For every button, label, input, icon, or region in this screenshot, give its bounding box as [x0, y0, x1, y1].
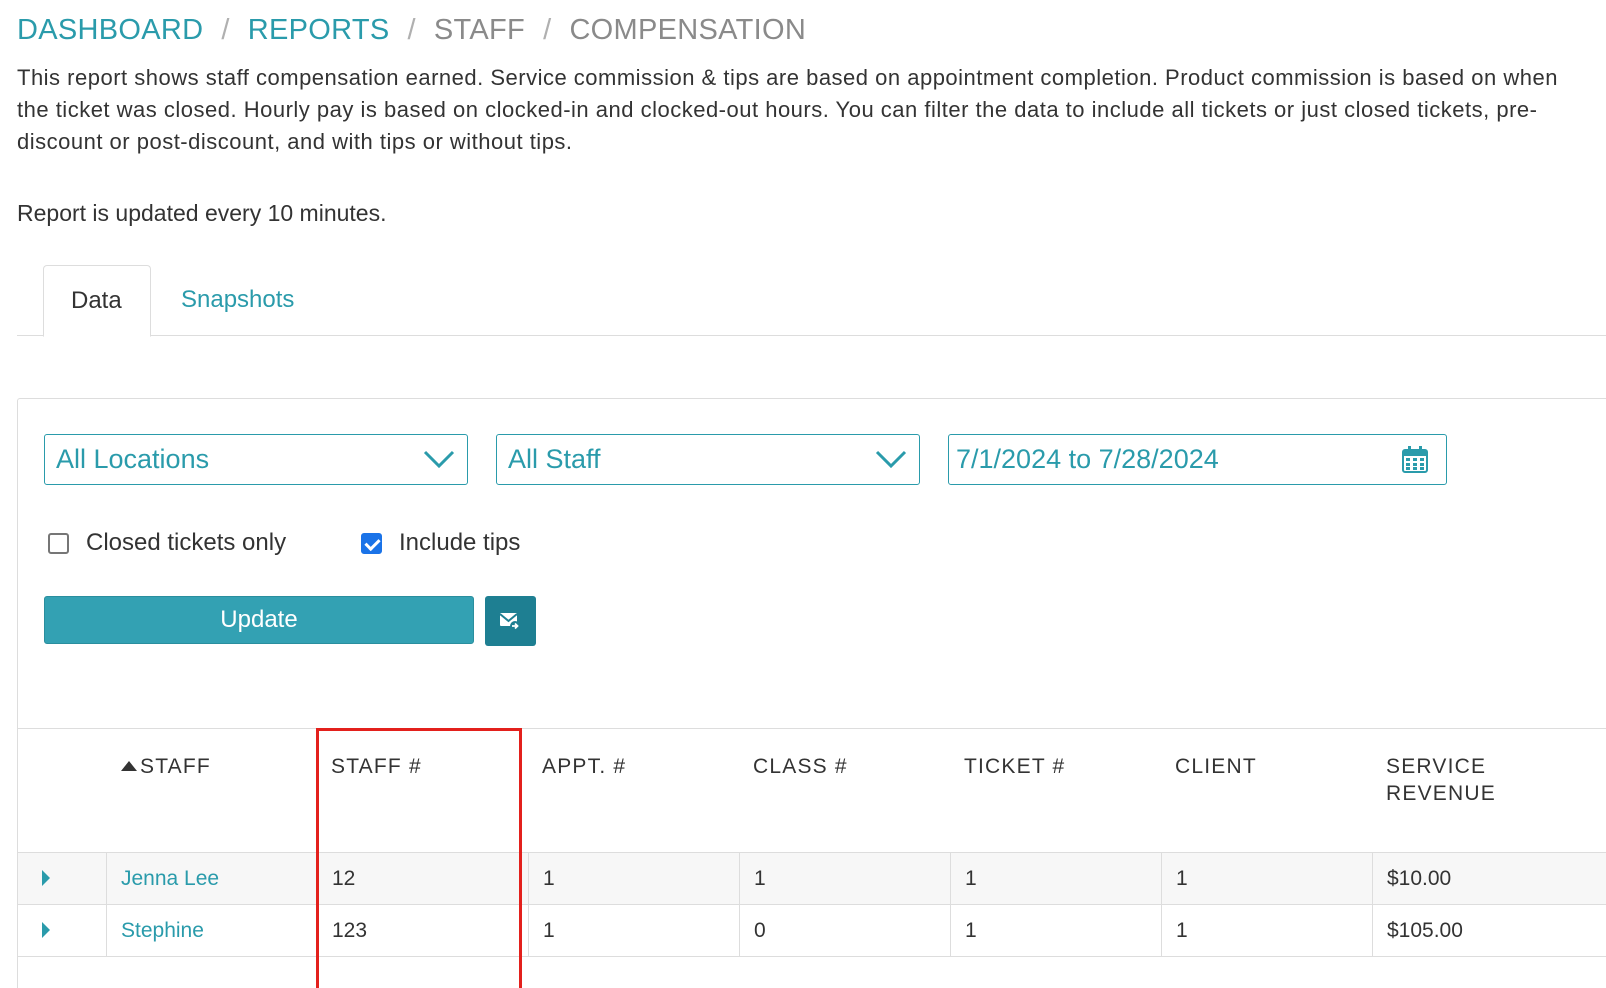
sort-ascending-icon — [121, 761, 137, 771]
chevron-down-icon — [875, 450, 907, 469]
include-tips-toggle[interactable]: Include tips — [361, 529, 520, 557]
closed-tickets-toggle[interactable]: Closed tickets only — [48, 529, 286, 557]
report-panel: All Locations All Staff 7/1/2024 to 7/28… — [17, 398, 1606, 988]
email-export-icon — [499, 613, 520, 631]
column-header-class-number[interactable]: CLASS # — [753, 753, 848, 780]
breadcrumb-separator: / — [221, 14, 230, 46]
column-header-client[interactable]: CLIENT — [1175, 753, 1257, 780]
staff-select-value: All Staff — [508, 444, 601, 474]
column-header-appt-number[interactable]: APPT. # — [542, 753, 626, 780]
date-range-picker[interactable]: 7/1/2024 to 7/28/2024 — [948, 434, 1447, 485]
location-select-value: All Locations — [56, 444, 210, 474]
ticket-number-cell: 1 — [950, 853, 1161, 905]
breadcrumb-dashboard[interactable]: DASHBOARD — [17, 14, 203, 47]
staff-name-link[interactable]: Jenna Lee — [106, 853, 317, 905]
column-header-ticket-number[interactable]: TICKET # — [964, 753, 1065, 780]
closed-tickets-checkbox[interactable] — [48, 532, 69, 554]
email-export-button[interactable] — [485, 596, 536, 646]
breadcrumb-reports[interactable]: REPORTS — [248, 14, 390, 47]
staff-number-cell: 12 — [317, 853, 528, 905]
class-number-cell: 0 — [739, 905, 950, 957]
table-row: Jenna Lee 12 1 1 1 1 $10.00 — [18, 853, 1606, 905]
class-number-cell: 1 — [739, 853, 950, 905]
ticket-number-cell: 1 — [950, 905, 1161, 957]
service-revenue-cell: $10.00 — [1372, 853, 1606, 905]
staff-select[interactable]: All Staff — [496, 434, 920, 485]
appt-number-cell: 1 — [528, 853, 739, 905]
staff-number-cell: 123 — [317, 905, 528, 957]
date-range-value: 7/1/2024 to 7/28/2024 — [956, 444, 1219, 474]
update-button[interactable]: Update — [44, 596, 474, 644]
compensation-table: STAFF STAFF # APPT. # CLASS # TICKET # C… — [18, 728, 1606, 957]
caret-right-icon — [42, 922, 50, 938]
caret-right-icon — [42, 870, 50, 886]
update-note: Report is updated every 10 minutes. — [17, 200, 387, 226]
column-header-service-revenue[interactable]: SERVICE REVENUE — [1386, 753, 1496, 807]
include-tips-checkbox[interactable] — [361, 532, 382, 554]
column-header-staff-number[interactable]: STAFF # — [331, 753, 422, 780]
breadcrumb-separator: / — [543, 14, 552, 46]
client-cell: 1 — [1161, 853, 1372, 905]
location-select[interactable]: All Locations — [44, 434, 468, 485]
staff-name-link[interactable]: Stephine — [106, 905, 317, 957]
expand-row-toggle[interactable] — [18, 905, 106, 957]
table-header: STAFF STAFF # APPT. # CLASS # TICKET # C… — [18, 729, 1606, 853]
breadcrumb-staff: STAFF — [433, 14, 526, 46]
breadcrumb: DASHBOARD / REPORTS / STAFF / COMPENSATI… — [17, 14, 806, 47]
client-cell: 1 — [1161, 905, 1372, 957]
service-revenue-cell: $105.00 — [1372, 905, 1606, 957]
breadcrumb-separator: / — [407, 14, 416, 46]
table-row: Stephine 123 1 0 1 1 $105.00 — [18, 905, 1606, 957]
tab-snapshots[interactable]: Snapshots — [154, 265, 321, 336]
appt-number-cell: 1 — [528, 905, 739, 957]
breadcrumb-compensation: COMPENSATION — [569, 14, 807, 46]
tab-bar: Data Snapshots — [17, 265, 1606, 337]
page: DASHBOARD / REPORTS / STAFF / COMPENSATI… — [0, 0, 1606, 988]
expand-row-toggle[interactable] — [18, 853, 106, 905]
calendar-icon[interactable] — [1402, 446, 1428, 473]
chevron-down-icon — [423, 450, 455, 469]
closed-tickets-label: Closed tickets only — [86, 529, 287, 556]
include-tips-label: Include tips — [399, 529, 521, 556]
column-header-staff[interactable]: STAFF — [121, 753, 211, 780]
report-description: This report shows staff compensation ear… — [17, 65, 1558, 154]
tab-data[interactable]: Data — [43, 265, 151, 337]
